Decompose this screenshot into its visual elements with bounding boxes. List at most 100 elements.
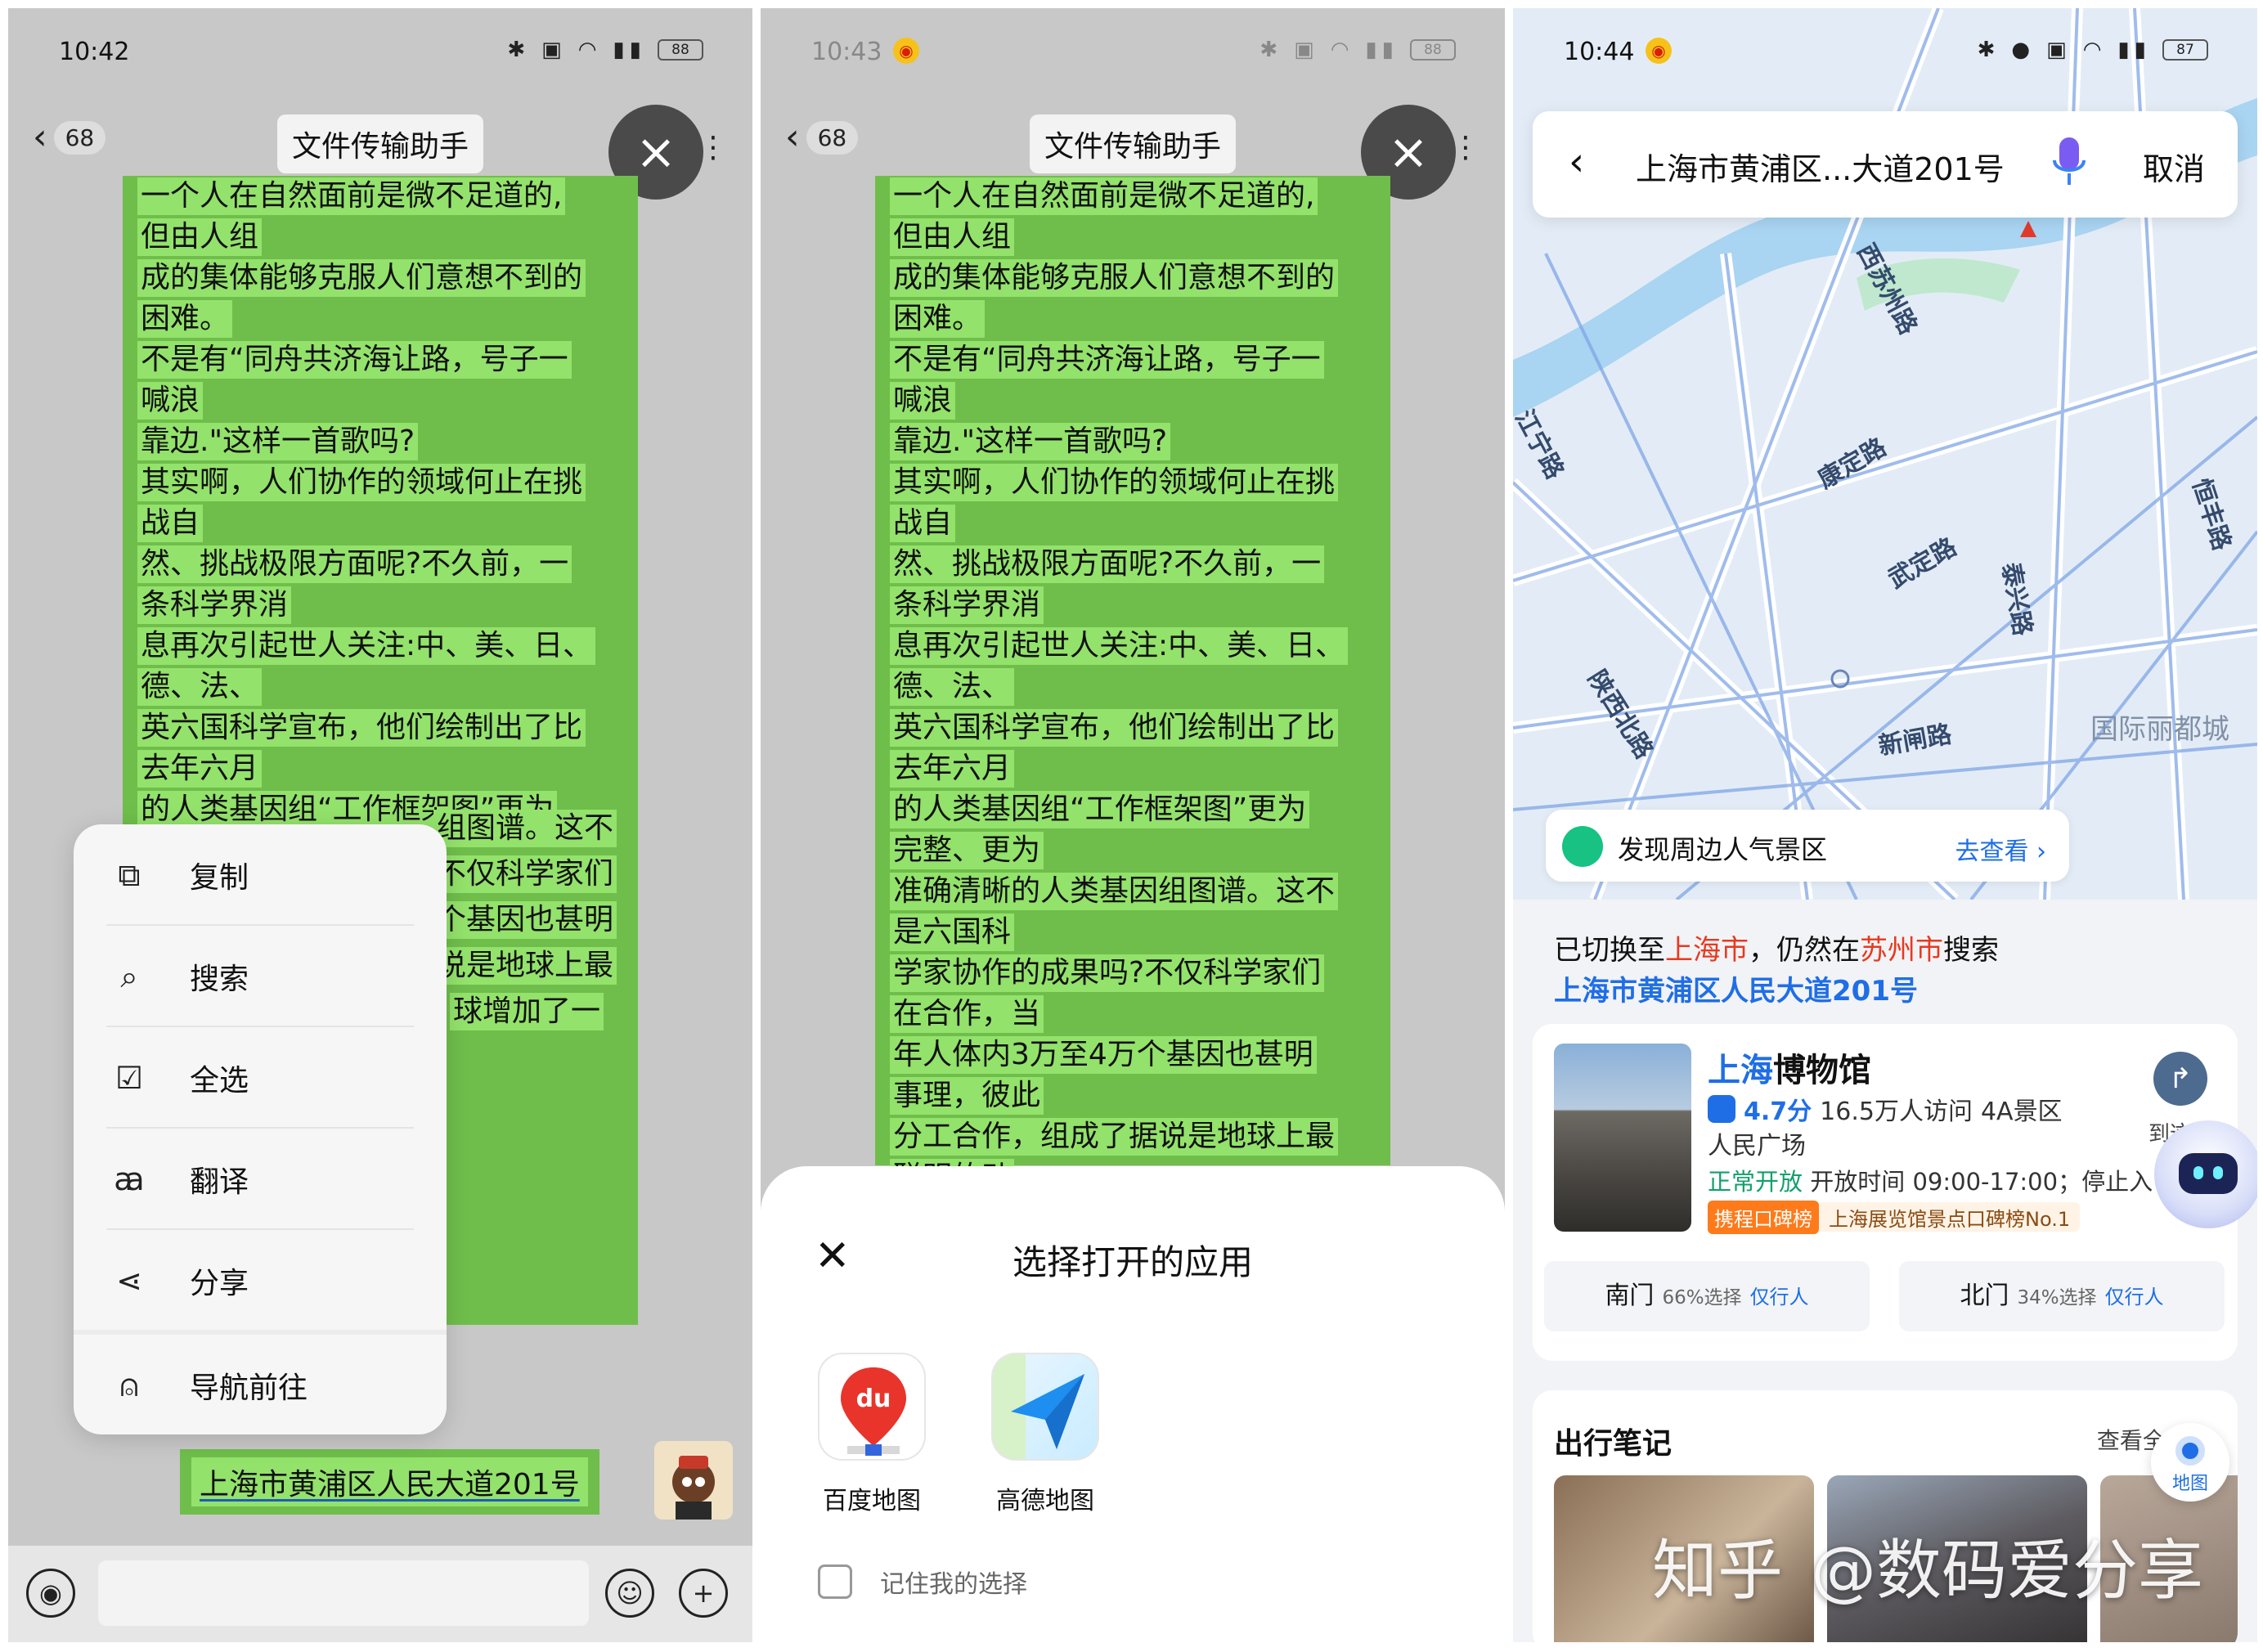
bubble-fragment: 个基因也甚明 [433, 901, 617, 939]
poi-name-rest: 博物馆 [1773, 1052, 1871, 1089]
poi-photo [1554, 1044, 1691, 1232]
poi-meta: 4.7分 16.5万人访问 4A景区 [1708, 1091, 2063, 1127]
bubble-line-row: 其实啊，人们协作的领域何止在挑 [137, 462, 623, 503]
bubble-line: 然、挑战极限方面呢?不久前，一 [137, 545, 572, 583]
bubble-line: 其实啊，人们协作的领域何止在挑 [137, 464, 586, 501]
bubble-line-row: 其实啊，人们协作的领域何止在挑 [890, 462, 1376, 503]
bubble-line-row: 年人体内3万至4万个基因也甚明 [890, 1035, 1376, 1075]
chevron-left-icon[interactable]: ‹ [1569, 139, 1584, 185]
amap-icon [991, 1353, 1099, 1461]
panel-open-with-sheet: 10:43 ◉ ✱ ▣ ◠ ▮▮ 88 ‹ 68 文件传输助手 ⋮ × 一个人在… [761, 8, 1505, 1642]
menu-item-search[interactable]: ⌕ 搜索 [74, 926, 447, 1026]
robot-face [2179, 1153, 2238, 1194]
bubble-line-row: 息再次引起世人关注:中、美、日、 [890, 626, 1376, 667]
menu-item-copy[interactable]: ⧉ 复制 [74, 824, 447, 924]
robot-eye [2213, 1166, 2223, 1179]
wifi-icon: ◠ [1331, 38, 1354, 62]
plus-icon[interactable]: + [679, 1569, 728, 1618]
wifi-icon: ◠ [578, 38, 602, 62]
emoji-icon[interactable]: ☺ [605, 1569, 654, 1618]
bubble-line-row: 事理，彼此 [890, 1075, 1376, 1116]
poi-badge[interactable]: 携程口碑榜 上海展览馆景点口碑榜No.1 [1708, 1202, 2080, 1232]
bubble-line: 但由人组 [137, 218, 262, 256]
signal-icon: ▮▮ [613, 38, 646, 62]
note-city[interactable]: 苏州市 [1860, 934, 1943, 967]
bubble-fragment: 不仅科学家们 [433, 855, 617, 893]
menu-item-translate[interactable]: ꜳ 翻译 [74, 1129, 447, 1228]
app-baidu-map[interactable]: du 百度地图 [818, 1353, 926, 1516]
note-text: 搜索 [1943, 934, 1999, 967]
input-bar: ◉ ☺ + [8, 1546, 752, 1642]
discover-link[interactable]: 去查看 › [1955, 831, 2046, 867]
menu-label: 翻译 [190, 1158, 249, 1201]
microphone-icon[interactable] [2053, 136, 2086, 190]
gate-north[interactable]: 北门34%选择仅行人 [1899, 1261, 2225, 1331]
bubble-line: 息再次引起世人关注:中、美、日、 [137, 627, 595, 665]
weibo-icon: ◉ [1646, 38, 1672, 64]
bubble-line: 喊浪 [890, 382, 955, 420]
menu-item-select-all[interactable]: ☑ 全选 [74, 1027, 447, 1127]
bubble-line-row: 学家协作的成果吗?不仅科学家们 [890, 953, 1376, 994]
bubble-line-row: 完整、更为 [890, 830, 1376, 871]
status-icons: ✱ ▣ ◠ ▮▮ 88 [507, 38, 703, 62]
remember-checkbox[interactable] [818, 1564, 852, 1599]
status-time: 10:42 [59, 38, 129, 66]
bubble-line-row: 条科学界消 [890, 585, 1376, 626]
voice-input-icon[interactable]: ◉ [26, 1569, 75, 1618]
bubble-line: 英六国科学宣布，他们绘制出了比 [137, 709, 586, 747]
bubble-line-row: 困难。 [137, 299, 623, 339]
app-amap[interactable]: 高德地图 [991, 1353, 1099, 1516]
menu-item-navigate[interactable]: ⍝ 导航前往 [74, 1335, 447, 1434]
bubble-line: 准确清晰的人类基因组图谱。这不 [890, 873, 1338, 910]
app-label: 百度地图 [818, 1480, 926, 1516]
close-icon: × [635, 123, 676, 181]
bubble-line-row: 德、法、 [890, 667, 1376, 707]
poi-area: 人民广场 [1708, 1125, 1806, 1161]
back-button[interactable]: ‹ 68 [33, 119, 106, 155]
menu-item-share[interactable]: ⋖ 分享 [74, 1230, 447, 1330]
status-icons: ✱ ● ▣ ◠ ▮▮ 87 [1978, 38, 2208, 62]
avatar-illustration [654, 1441, 733, 1520]
status-time: 10:43 [811, 38, 882, 66]
discover-banner[interactable]: 发现周边人气景区 去查看 › [1546, 810, 2069, 882]
back-button[interactable]: ‹ 68 [785, 119, 858, 155]
bubble-line-row: 成的集体能够克服人们意想不到的 [890, 258, 1376, 299]
bubble-line-row: 是六国科 [890, 912, 1376, 953]
bubble-line-row: 分工合作，组成了据说是地球上最 [890, 1116, 1376, 1157]
cancel-button[interactable]: 取消 [2143, 144, 2205, 189]
address-text[interactable]: 上海市黄浦区人民大道201号 [191, 1457, 588, 1506]
bubble-line: 完整、更为 [890, 832, 1044, 869]
navigate-icon: ⍝ [110, 1366, 149, 1405]
watermark-handle: @数码爱分享 [1811, 1533, 2203, 1609]
menu-label: 全选 [190, 1057, 249, 1099]
signal-icon: ▮▮ [1365, 38, 1399, 62]
avatar[interactable] [654, 1441, 733, 1520]
route-icon: ↱ [2153, 1052, 2207, 1106]
scenic-icon [1562, 826, 1603, 867]
status-bar: 10:44 ◉ ✱ ● ▣ ◠ ▮▮ 87 [1513, 8, 2257, 90]
unread-count: 68 [54, 121, 106, 155]
poi-card[interactable]: 上海博物馆 4.7分 16.5万人访问 4A景区 人民广场 正常开放 开放时间 … [1533, 1024, 2238, 1361]
status-bar: 10:43 ◉ ✱ ▣ ◠ ▮▮ 88 [761, 8, 1505, 90]
remember-choice[interactable]: 记住我的选择 [818, 1564, 1027, 1600]
address-message[interactable]: 上海市黄浦区人民大道201号 [180, 1449, 599, 1515]
message-input[interactable] [98, 1560, 589, 1626]
bubble-line-row: 然、挑战极限方面呢?不久前，一 [890, 544, 1376, 585]
app-label: 高德地图 [991, 1480, 1099, 1516]
select-all-icon: ☑ [110, 1058, 149, 1098]
note-text: ，仍然在 [1749, 934, 1860, 967]
bubble-fragment: 组图谱。这不 [433, 810, 617, 847]
context-menu: ⧉ 复制 ⌕ 搜索 ☑ 全选 ꜳ 翻译 ⋖ 分享 ⍝ 导航前往 [74, 824, 447, 1434]
gate-name: 北门 [1960, 1282, 2009, 1310]
hd-icon: ▣ [2046, 38, 2072, 62]
search-query[interactable]: 上海市黄浦区...大道201号 [1636, 144, 2005, 189]
gate-south[interactable]: 南门66%选择仅行人 [1544, 1261, 1870, 1331]
assistant-robot-icon[interactable] [2154, 1120, 2257, 1228]
map-toggle-button[interactable]: 地图 [2151, 1423, 2229, 1502]
panel-map-result: 西苏州路 江宁路 康定路 武定路 泰兴路 恒丰路 陕西北路 新闸路 国际丽都城 … [1513, 8, 2257, 1642]
searched-address[interactable]: 上海市黄浦区人民大道201号 [1554, 968, 1918, 1008]
note-text: 已切换至 [1554, 934, 1665, 967]
message-bubble[interactable]: 一个人在自然面前是微不足道的,但由人组成的集体能够克服人们意想不到的困难。不是有… [875, 176, 1390, 1165]
map-view[interactable]: 西苏州路 江宁路 康定路 武定路 泰兴路 恒丰路 陕西北路 新闸路 国际丽都城 … [1513, 8, 2257, 900]
bubble-fragment: 球增加了一 [450, 993, 604, 1030]
